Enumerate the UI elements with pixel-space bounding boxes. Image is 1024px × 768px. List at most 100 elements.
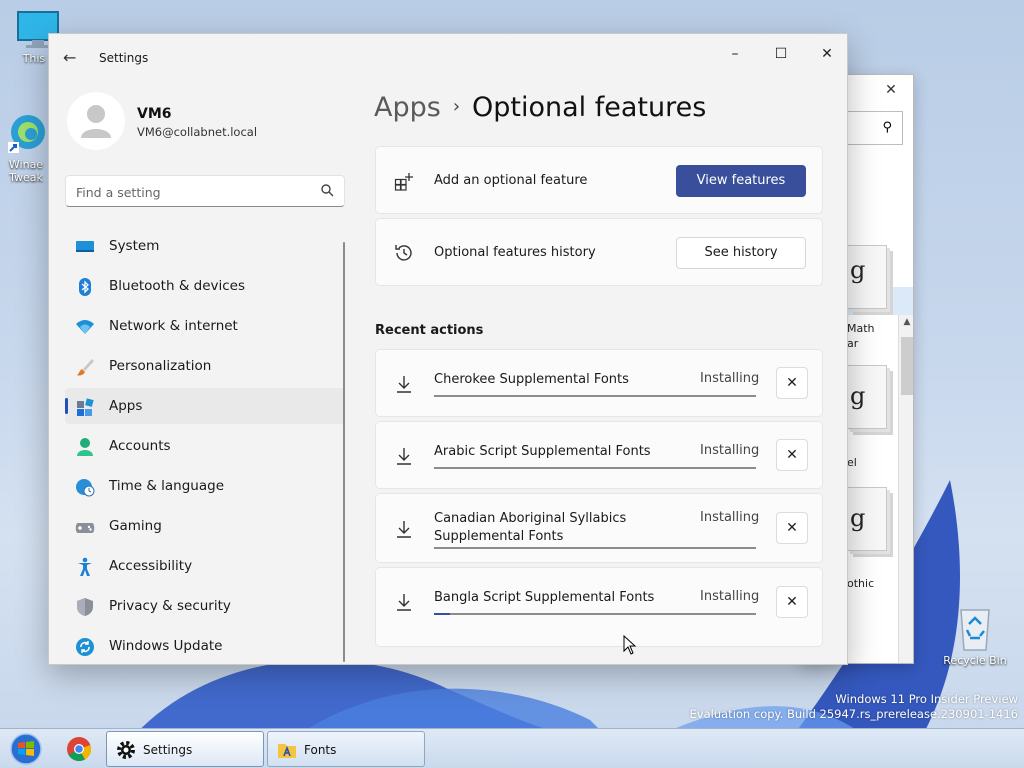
find-setting-box[interactable]	[65, 175, 345, 207]
wifi-icon	[76, 320, 94, 334]
sidebar-item-accounts[interactable]: Accounts	[65, 428, 345, 464]
user-email: VM6@collabnet.local	[137, 125, 258, 139]
search-icon: ⚲	[882, 120, 892, 135]
recent-action-row: Bangla Script Supplemental Fonts Install…	[375, 567, 823, 647]
sidebar-item-gaming[interactable]: Gaming	[65, 508, 345, 544]
update-icon	[76, 638, 94, 656]
font-caption: Math	[847, 322, 875, 335]
cancel-action-button[interactable]: ✕	[776, 439, 808, 471]
fonts-window-scrollbar[interactable]: ▲ ▼	[898, 315, 913, 663]
settings-titlebar: ← Settings – ☐ ✕	[49, 34, 847, 80]
watermark-line: Windows 11 Pro Insider Preview	[835, 692, 1018, 706]
search-icon	[321, 184, 334, 197]
recent-actions-heading: Recent actions	[375, 323, 484, 338]
font-file-tile[interactable]: g	[847, 365, 887, 429]
user-name: VM6	[137, 106, 172, 122]
action-feature-name: Arabic Script Supplemental Fonts	[434, 444, 651, 459]
person-silhouette-icon	[81, 105, 111, 138]
taskbar-item-settings[interactable]: Settings	[106, 731, 264, 767]
desktop-icon-recycle-bin[interactable]: Recycle Bin	[940, 606, 1010, 667]
window-title: Settings	[99, 51, 149, 65]
recent-action-row: Arabic Script Supplemental Fonts Install…	[375, 421, 823, 489]
watermark-line: Evaluation copy. Build 25947.rs_prerelea…	[689, 707, 1018, 721]
search-input[interactable]	[76, 182, 306, 202]
desktop-icon-label: Recycle Bin	[943, 654, 1007, 667]
action-progress-bar	[434, 467, 756, 469]
action-progress-bar	[434, 395, 756, 397]
breadcrumb: Apps › Optional features	[374, 92, 706, 123]
sidebar-item-windows-update[interactable]: Windows Update	[65, 628, 345, 664]
sidebar-item-apps[interactable]: Apps	[65, 388, 345, 424]
minimize-button[interactable]: –	[712, 38, 758, 70]
close-button[interactable]: ✕	[804, 38, 847, 70]
view-features-button[interactable]: View features	[676, 165, 806, 197]
sidebar-item-network[interactable]: Network & internet	[65, 308, 345, 344]
font-caption: othic	[847, 577, 875, 590]
page-title: Optional features	[472, 92, 707, 123]
add-feature-card: Add an optional feature View features	[375, 146, 823, 214]
apps-icon	[77, 398, 94, 416]
history-card: Optional features history See history	[375, 218, 823, 286]
download-icon	[397, 448, 411, 465]
nav-scrollbar[interactable]	[343, 242, 345, 662]
add-feature-icon	[394, 173, 413, 191]
font-caption: ar	[847, 337, 859, 350]
font-caption: el	[847, 456, 857, 469]
fonts-window-close-button[interactable]: ✕	[869, 75, 913, 105]
accessibility-icon	[78, 557, 92, 576]
action-progress-bar	[434, 547, 756, 549]
settings-gear-icon	[117, 741, 135, 759]
scroll-up-icon[interactable]: ▲	[899, 317, 913, 327]
download-icon	[397, 376, 411, 393]
font-file-tile[interactable]: g	[847, 245, 887, 309]
back-arrow-icon[interactable]: ←	[63, 48, 76, 67]
start-button-icon[interactable]	[8, 732, 44, 766]
globe-clock-icon	[76, 479, 95, 497]
action-feature-name: Bangla Script Supplemental Fonts	[434, 590, 655, 605]
sidebar-item-accessibility[interactable]: Accessibility	[65, 548, 345, 584]
recent-action-row: Canadian Aboriginal Syllabics Supplement…	[375, 493, 823, 563]
mouse-cursor-icon	[623, 635, 637, 655]
history-label: Optional features history	[434, 245, 596, 260]
download-icon	[397, 594, 411, 611]
desktop-icon-winaero-tweaker[interactable]: Winae Tweak	[0, 112, 52, 184]
brush-icon	[77, 359, 94, 376]
sidebar-item-system[interactable]: System	[65, 228, 345, 264]
scrollbar-thumb[interactable]	[901, 337, 913, 395]
action-feature-name: Cherokee Supplemental Fonts	[434, 372, 629, 387]
maximize-button[interactable]: ☐	[758, 38, 804, 70]
action-progress-bar	[434, 613, 756, 615]
bluetooth-icon	[79, 278, 91, 296]
breadcrumb-separator: ›	[452, 96, 461, 117]
edge-shortcut-icon	[8, 115, 45, 153]
sidebar-item-privacy-security[interactable]: Privacy & security	[65, 588, 345, 624]
font-file-tile[interactable]: g	[847, 487, 887, 551]
sidebar-item-time-language[interactable]: Time & language	[65, 468, 345, 504]
history-icon	[395, 245, 412, 261]
download-icon	[397, 521, 411, 538]
taskbar-item-fonts[interactable]: Fonts	[267, 731, 425, 767]
cancel-action-button[interactable]: ✕	[776, 512, 808, 544]
avatar[interactable]	[67, 92, 125, 150]
chrome-icon[interactable]	[66, 736, 92, 762]
person-icon	[77, 438, 93, 456]
settings-nav: System Bluetooth & devices Network & int…	[65, 228, 345, 664]
action-status: Installing	[700, 371, 760, 386]
cancel-action-button[interactable]: ✕	[776, 367, 808, 399]
settings-window[interactable]: ← Settings – ☐ ✕ VM6 VM6@collabnet.local…	[48, 33, 848, 665]
shield-icon	[77, 598, 93, 616]
progress-fill	[434, 613, 451, 615]
action-feature-name: Canadian Aboriginal Syllabics Supplement…	[434, 511, 627, 544]
sidebar-item-bluetooth[interactable]: Bluetooth & devices	[65, 268, 345, 304]
recycle-bin-icon	[960, 609, 990, 651]
action-status: Installing	[700, 443, 760, 458]
fonts-folder-icon	[278, 744, 296, 758]
breadcrumb-parent-apps[interactable]: Apps	[374, 92, 441, 123]
see-history-button[interactable]: See history	[676, 237, 806, 269]
cancel-action-button[interactable]: ✕	[776, 586, 808, 618]
evaluation-watermark: Windows 11 Pro Insider Preview Evaluatio…	[690, 692, 1018, 722]
recent-action-row: Cherokee Supplemental Fonts Installing ✕	[375, 349, 823, 417]
main-scrollbar[interactable]	[847, 156, 848, 298]
sidebar-item-personalization[interactable]: Personalization	[65, 348, 345, 384]
action-status: Installing	[700, 510, 760, 525]
